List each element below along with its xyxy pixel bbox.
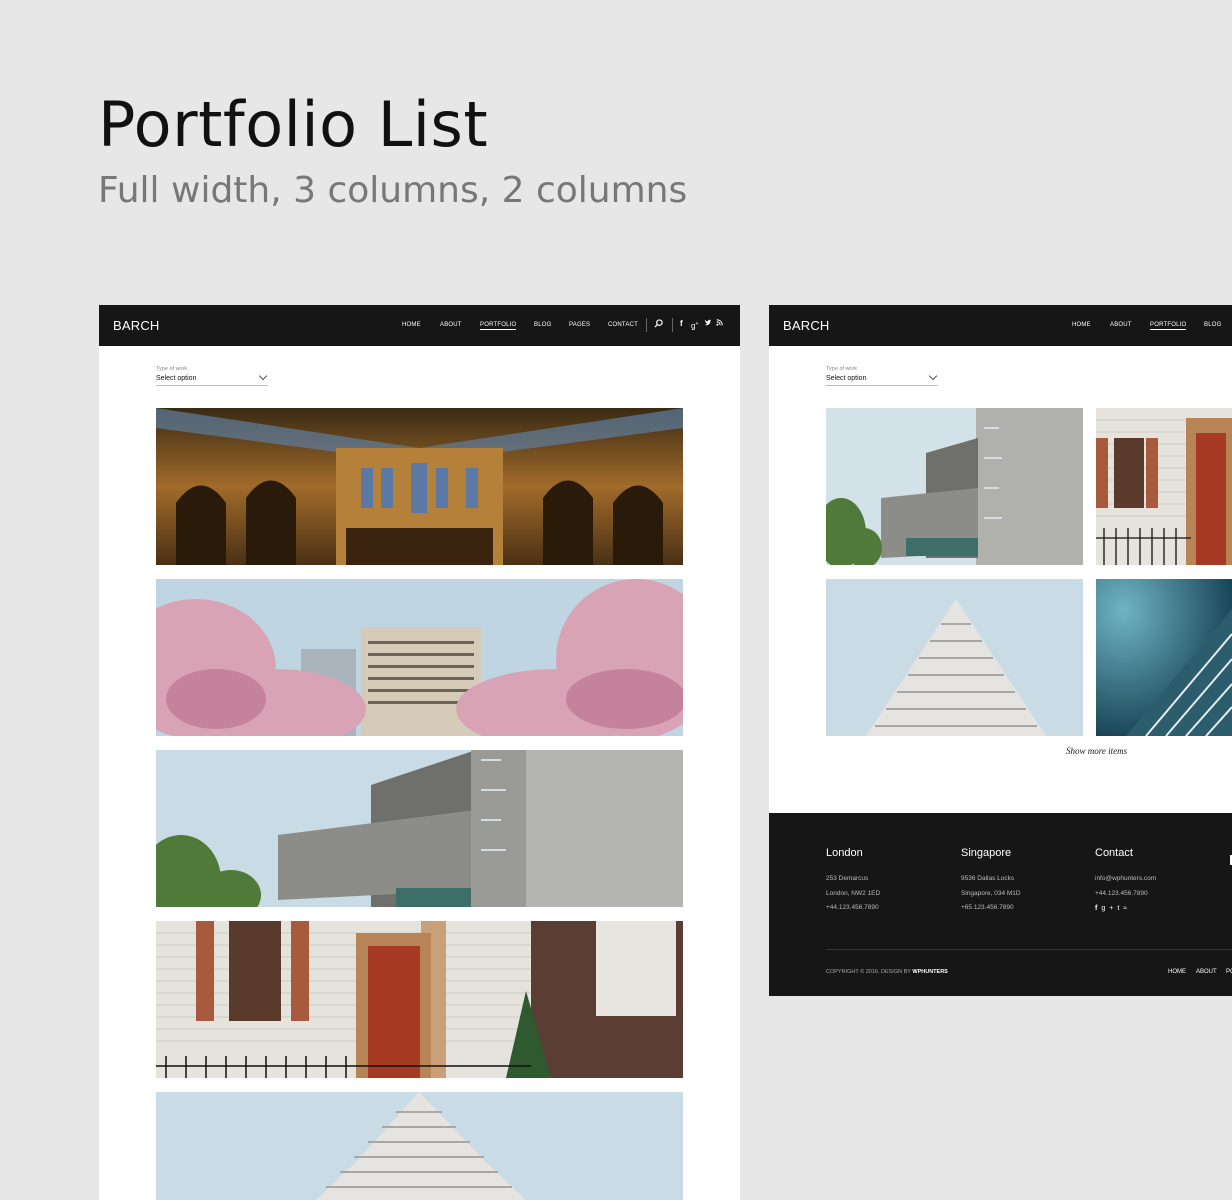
- page-subtitle: Full width, 3 columns, 2 columns: [98, 170, 688, 211]
- footer-social-icons: fg+t≈: [1095, 905, 1156, 912]
- footer-phone: +65.123.456.7890: [961, 904, 1014, 911]
- footer-contact: Contact info@wphunters.com +44.123.456.7…: [1095, 847, 1156, 912]
- full-width-portfolio-mockup: BARCH HOME ABOUT PORTFOLIO BLOG PAGES CO…: [99, 305, 740, 1200]
- type-of-work-filter: Type of work Select option: [156, 366, 268, 386]
- rss-icon[interactable]: [716, 319, 723, 329]
- footer-phone: +44.123.456.7890: [1095, 889, 1148, 897]
- filter-label: Type of work: [156, 366, 188, 372]
- portfolio-item-concrete-building[interactable]: [826, 408, 1083, 565]
- footer-link-about[interactable]: ABOUT: [1196, 969, 1217, 975]
- facebook-icon[interactable]: f: [680, 319, 683, 329]
- twitter-icon[interactable]: [704, 319, 712, 330]
- footer-email[interactable]: info@wphunters.com: [1095, 872, 1156, 887]
- filter-value: Select option: [156, 375, 197, 382]
- page-title: Portfolio List: [98, 88, 489, 161]
- nav-portfolio[interactable]: PORTFOLIO: [480, 322, 517, 330]
- chevron-down-icon: [258, 371, 268, 381]
- search-icon[interactable]: [654, 319, 663, 331]
- footer-heading: Singapore: [961, 847, 1012, 859]
- portfolio-item-museum-hall[interactable]: [156, 408, 683, 565]
- filter-label: Type of work: [826, 366, 858, 372]
- portfolio-item-pyramid-building[interactable]: [156, 1092, 683, 1200]
- nav-about[interactable]: ABOUT: [440, 322, 462, 328]
- site-logo[interactable]: BARCH: [783, 318, 830, 333]
- filter-value: Select option: [826, 375, 867, 382]
- nav-divider: [672, 318, 673, 332]
- nav-divider: [646, 318, 647, 332]
- nav-blog[interactable]: BLOG: [1204, 322, 1221, 328]
- footer-divider: [826, 949, 1232, 950]
- copyright-prefix: COPYRIGHT © 2016. DESIGN BY: [826, 969, 911, 975]
- google-plus-icon[interactable]: g+: [691, 319, 698, 332]
- portfolio-item-red-door-house[interactable]: [1096, 408, 1232, 565]
- nav-pages[interactable]: PAGES: [569, 322, 590, 328]
- footer-address: Singapore, 034 M1D: [961, 889, 1021, 897]
- nav-home[interactable]: HOME: [402, 322, 421, 328]
- portfolio-item-pyramid-building[interactable]: [826, 579, 1083, 736]
- filter-select[interactable]: Select option: [826, 371, 938, 386]
- nav-blog[interactable]: BLOG: [534, 322, 551, 328]
- portfolio-item-red-door-house[interactable]: [156, 921, 683, 1078]
- copyright-brand[interactable]: WPHUNTERS: [912, 969, 947, 975]
- footer-address: 9536 Dallas Locks: [961, 875, 1015, 882]
- portfolio-item-cherry-blossom-building[interactable]: [156, 579, 683, 736]
- navbar: BARCH HOME ABOUT PORTFOLIO BLOG: [769, 305, 1232, 346]
- footer-link-home[interactable]: HOME: [1168, 969, 1186, 975]
- nav-about[interactable]: ABOUT: [1110, 322, 1132, 328]
- footer-phone: +44.123.456.7890: [826, 904, 879, 911]
- navbar: BARCH HOME ABOUT PORTFOLIO BLOG PAGES CO…: [99, 305, 740, 346]
- two-column-portfolio-mockup: BARCH HOME ABOUT PORTFOLIO BLOG Type of …: [769, 305, 1232, 996]
- footer-heading: Contact: [1095, 847, 1133, 859]
- rss-icon[interactable]: ≈: [1123, 905, 1131, 912]
- copyright-text: COPYRIGHT © 2016. DESIGN BY WPHUNTERS: [826, 969, 948, 975]
- nav-home[interactable]: HOME: [1072, 322, 1091, 328]
- google-plus-icon[interactable]: g+: [1101, 905, 1117, 912]
- footer-link-portfolio[interactable]: PO: [1226, 969, 1232, 975]
- footer-address: 253 Demarcus: [826, 875, 869, 882]
- nav-contact[interactable]: CONTACT: [608, 322, 638, 328]
- site-logo[interactable]: BARCH: [113, 318, 160, 333]
- footer-heading: London: [826, 847, 863, 859]
- portfolio-item-glass-skyscraper[interactable]: [1096, 579, 1232, 736]
- footer-singapore: Singapore 9536 Dallas Locks Singapore, 0…: [961, 847, 1021, 916]
- portfolio-item-concrete-building[interactable]: [156, 750, 683, 907]
- footer-address: London, NW2 1ED: [826, 889, 881, 897]
- show-more-button[interactable]: Show more items: [1066, 746, 1127, 756]
- site-footer: London 253 Demarcus London, NW2 1ED +44.…: [769, 813, 1232, 996]
- nav-portfolio[interactable]: PORTFOLIO: [1150, 322, 1187, 330]
- footer-london: London 253 Demarcus London, NW2 1ED +44.…: [826, 847, 880, 916]
- chevron-down-icon: [928, 371, 938, 381]
- type-of-work-filter: Type of work Select option: [826, 366, 938, 386]
- filter-select[interactable]: Select option: [156, 371, 268, 386]
